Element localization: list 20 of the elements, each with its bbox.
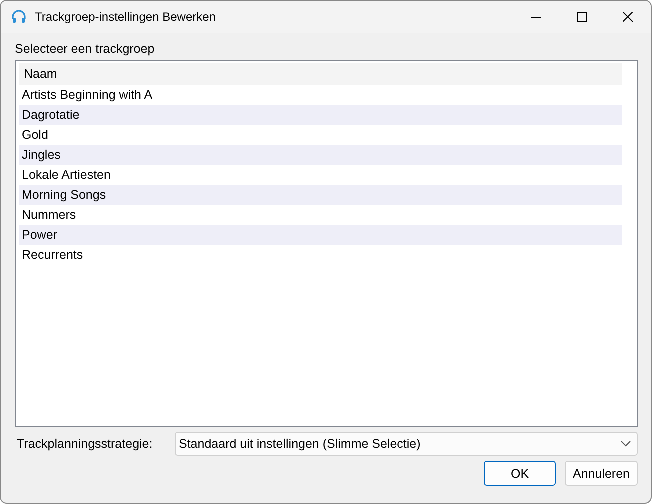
strategy-label: Trackplanningsstrategie: xyxy=(17,437,154,451)
list-label: Selecteer een trackgroep xyxy=(15,42,156,56)
list-item[interactable]: Jingles xyxy=(19,145,622,165)
list-item[interactable]: Lokale Artiesten xyxy=(19,165,622,185)
column-header[interactable]: Naam xyxy=(19,63,622,85)
list-item[interactable]: Artists Beginning with A xyxy=(19,85,622,105)
list-item[interactable]: Dagrotatie xyxy=(19,105,622,125)
list-item[interactable]: Gold xyxy=(19,125,622,145)
headphones-icon xyxy=(11,9,27,25)
list-item[interactable]: Nummers xyxy=(19,205,622,225)
window-title: Trackgroep-instellingen Bewerken xyxy=(35,10,216,24)
list-item[interactable]: Recurrents xyxy=(19,245,622,265)
dialog-button[interactable]: Annuleren xyxy=(565,461,638,486)
list-item[interactable]: Morning Songs xyxy=(19,185,622,205)
close-icon xyxy=(623,12,633,22)
dialog-button[interactable]: OK xyxy=(484,461,556,486)
chevron-icon xyxy=(621,441,631,447)
maximize-icon xyxy=(577,12,587,22)
list-item[interactable]: Power xyxy=(19,225,622,245)
strategy-dropdown[interactable]: Standaard uit instellingen (Slimme Selectie) xyxy=(175,432,638,456)
